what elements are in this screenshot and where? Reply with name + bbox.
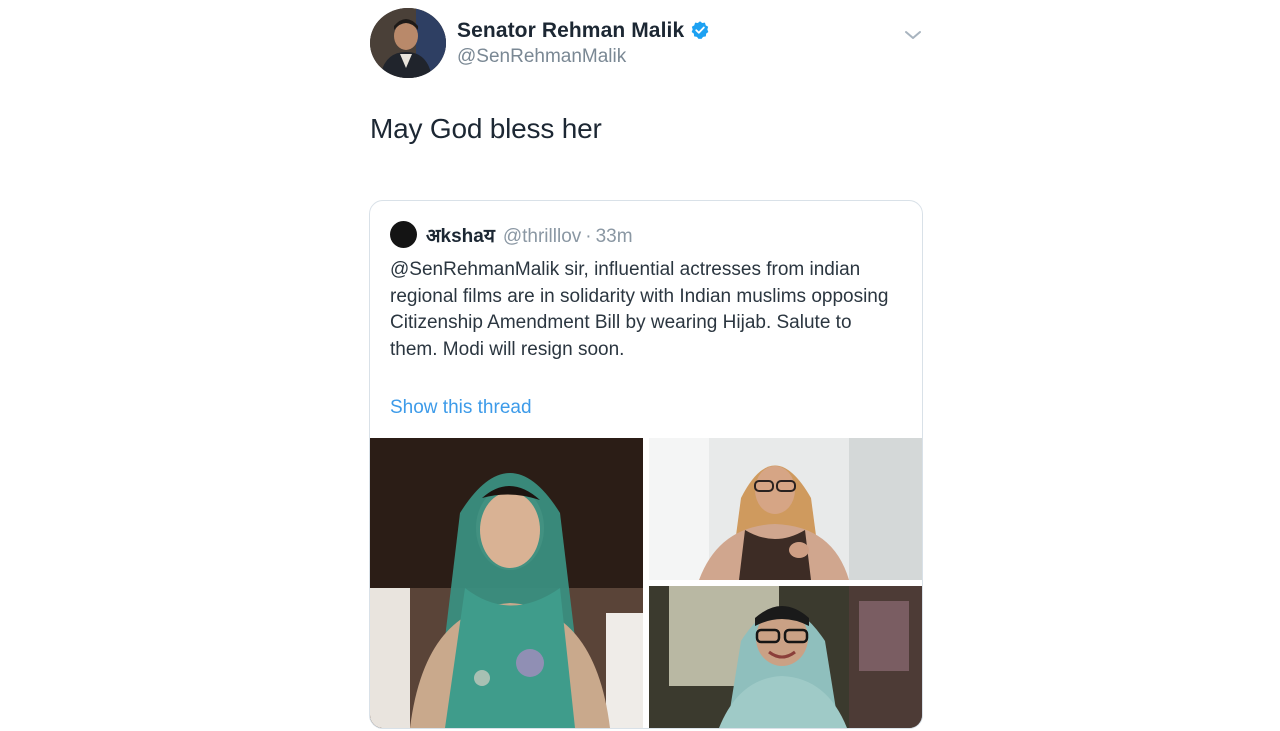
- verified-badge-icon: [690, 20, 710, 46]
- quoted-author-avatar[interactable]: [390, 221, 417, 248]
- quoted-tweet-text: @SenRehmanMalik sir, influential actress…: [390, 259, 889, 360]
- photo-woman-green-hijab[interactable]: [370, 438, 643, 728]
- profile-avatar[interactable]: [370, 8, 446, 78]
- show-thread-link[interactable]: Show this thread: [390, 397, 532, 419]
- tweet-text: May God bless her: [370, 113, 602, 144]
- quoted-tweet-time[interactable]: 33m: [596, 226, 633, 247]
- quoted-header-separator: ·: [585, 226, 592, 247]
- author-name[interactable]: Senator Rehman Malik: [457, 19, 710, 46]
- quoted-author-name[interactable]: अkshaय: [426, 226, 495, 247]
- author-handle[interactable]: @SenRehmanMalik: [457, 46, 626, 68]
- chevron-down-icon[interactable]: [903, 27, 923, 43]
- tweet-page: Senator Rehman Malik @SenRehmanMalik May…: [0, 0, 1280, 731]
- quoted-author-handle[interactable]: @thrilllov: [503, 226, 581, 247]
- photo-woman-blue-hijab-glasses[interactable]: [649, 586, 922, 728]
- photo-woman-orange-hijab-glasses[interactable]: [649, 438, 922, 580]
- author-name-text[interactable]: Senator Rehman Malik: [457, 19, 684, 42]
- quoted-tweet-header: अkshaय @thrilllov · 33m: [426, 222, 633, 248]
- avatar-portrait-icon: [370, 8, 446, 78]
- media-grid: [370, 438, 922, 728]
- quoted-tweet-card[interactable]: अkshaय @thrilllov · 33m @SenRehmanMalik sir…: [369, 200, 923, 729]
